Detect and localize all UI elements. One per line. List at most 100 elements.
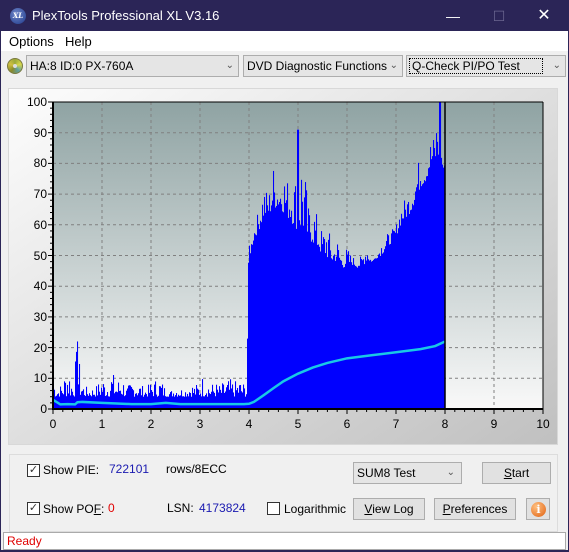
pie-bar <box>251 244 253 409</box>
pie-bar <box>102 391 104 409</box>
pie-bar <box>359 265 361 409</box>
pie-bar <box>223 384 225 409</box>
pie-bar <box>68 393 70 409</box>
pie-bar <box>438 154 440 409</box>
logarithmic-checkbox[interactable] <box>267 502 280 515</box>
pie-bar <box>432 156 434 409</box>
pie-bar <box>210 394 212 409</box>
pie-bar <box>332 259 334 409</box>
pie-bar <box>343 267 345 409</box>
pie-bar <box>265 212 267 409</box>
pie-bar <box>377 257 379 409</box>
pie-bar <box>369 260 371 409</box>
pie-bar <box>276 205 278 409</box>
pie-bar <box>376 258 378 409</box>
pie-bar <box>275 207 277 409</box>
pie-bar <box>127 388 129 409</box>
pie-bar <box>110 390 112 409</box>
x-tick-label: 0 <box>49 417 57 431</box>
pie-bar <box>206 393 208 409</box>
pie-bar <box>123 385 125 409</box>
pie-bar <box>236 390 238 409</box>
y-tick-label: 30 <box>33 309 47 324</box>
pie-bar <box>358 265 360 409</box>
pie-bar <box>356 266 358 409</box>
pie-bar <box>283 212 285 409</box>
pie-bar <box>409 213 411 409</box>
pie-bar <box>103 384 105 409</box>
pie-bar <box>259 229 261 409</box>
pie-bar <box>378 254 380 409</box>
x-tick-label: 10 <box>536 417 550 431</box>
pie-bar <box>331 258 333 409</box>
pie-bar <box>241 391 243 409</box>
info-button[interactable]: i <box>526 498 550 520</box>
pie-bar <box>134 396 136 409</box>
pie-bar <box>282 211 284 409</box>
pie-bar <box>413 205 415 409</box>
pie-bar <box>138 393 140 409</box>
pie-bar <box>77 341 79 409</box>
pie-bar <box>149 392 151 409</box>
pie-bar <box>347 254 349 409</box>
show-pof-label-text: Show PO <box>43 502 94 516</box>
pie-bar <box>99 391 101 409</box>
pie-bar <box>180 395 182 409</box>
pie-bar <box>66 396 68 409</box>
preferences-button[interactable]: Preferences <box>434 498 516 520</box>
pie-bar <box>304 197 306 409</box>
pie-bar <box>125 395 127 409</box>
pie-bar <box>365 256 367 409</box>
show-pie-checkbox[interactable]: ✓ <box>27 464 40 477</box>
pie-bar <box>410 210 412 409</box>
pie-bar <box>319 246 321 409</box>
pie-bar <box>402 218 404 409</box>
pie-bar <box>298 129 300 409</box>
pie-bar <box>195 394 197 409</box>
pie-bar <box>233 392 235 409</box>
pie-bar <box>194 388 196 409</box>
pie-bar <box>78 384 80 409</box>
pie-bar <box>154 384 156 409</box>
x-tick-label: 9 <box>490 417 498 431</box>
preferences-accel: P <box>442 502 451 516</box>
test-mode-select[interactable]: SUM8 Test ⌄ <box>353 462 462 484</box>
pie-bar <box>145 392 147 409</box>
show-pof-checkbox[interactable]: ✓ <box>27 502 40 515</box>
pie-bar <box>151 390 153 409</box>
pie-bar <box>408 201 410 409</box>
pie-bar <box>62 393 64 409</box>
pie-bar <box>244 388 246 409</box>
pie-bar <box>121 393 123 409</box>
pie-bar <box>193 392 195 409</box>
pie-bar <box>330 250 332 409</box>
pie-bar <box>229 389 231 409</box>
pie-bar <box>386 240 388 409</box>
pie-bar <box>61 390 63 409</box>
pie-bar <box>237 387 239 409</box>
pie-bar <box>126 390 128 409</box>
view-log-button[interactable]: View Log <box>353 498 425 520</box>
app-window: XL PlexTools Professional XL V3.16 — ☐ ✕… <box>0 0 569 551</box>
pie-bar <box>146 394 148 409</box>
show-pof-accel: F <box>93 502 102 516</box>
test-mode-value: SUM8 Test <box>357 466 416 480</box>
pie-bar <box>323 237 325 409</box>
pie-bar <box>135 393 137 409</box>
pie-bar <box>192 387 194 409</box>
pie-bar <box>420 181 422 409</box>
pie-bar <box>397 233 399 409</box>
pie-bar <box>238 392 240 409</box>
pie-bar <box>297 129 299 409</box>
y-tick-label: 10 <box>33 371 47 386</box>
pie-bar <box>221 392 223 409</box>
pie-bar <box>345 263 347 409</box>
pie-bar <box>70 395 72 409</box>
chevron-down-icon: ⌄ <box>446 467 455 478</box>
pie-bar <box>234 396 236 409</box>
x-tick-label: 1 <box>98 417 106 431</box>
pie-bar <box>147 396 149 409</box>
pie-bar <box>144 394 146 409</box>
start-button[interactable]: Start <box>482 462 551 484</box>
pie-bar <box>213 391 215 409</box>
